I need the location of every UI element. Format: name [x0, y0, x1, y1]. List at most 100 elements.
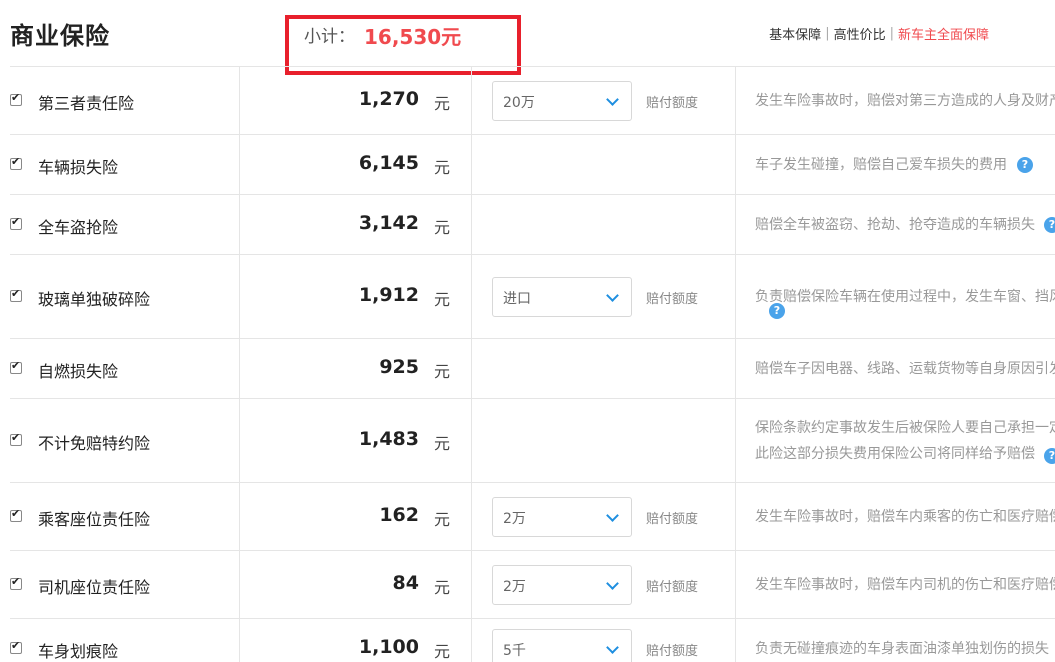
insurance-row: 第三者责任险 1,270 元 20万 赔付额度 发生车险事故时，赔偿对第三方造成的人身及财…	[10, 67, 1055, 135]
coverage-name: 全车盗抢险	[38, 218, 119, 237]
coverage-name: 玻璃单独破碎险	[38, 290, 151, 309]
column-divider	[735, 255, 736, 338]
insurance-row: 车辆损失险 6,145 元 车子发生碰撞，赔偿自己爱车损失的费用?	[10, 135, 1055, 195]
plan-link-new-owner[interactable]: 新车主全面保障	[898, 24, 989, 43]
price-unit: 元	[434, 158, 451, 177]
coverage-checkbox[interactable]	[10, 215, 22, 230]
question-circle-icon[interactable]: ?	[1044, 217, 1055, 233]
coverage-name: 车身划痕险	[38, 642, 119, 661]
chevron-down-icon	[606, 577, 619, 590]
column-divider	[471, 551, 472, 618]
chevron-down-icon	[606, 509, 619, 522]
coverage-checkbox[interactable]	[10, 431, 22, 446]
plan-links: 基本保障 | 高性价比 | 新车主全面保障	[769, 24, 989, 43]
description-line: 此险这部分损失费用保险公司将同样给予赔偿	[755, 446, 1035, 462]
coverage-amount-select[interactable]: 进口	[492, 277, 632, 317]
coverage-amount-select[interactable]: 2万	[492, 497, 632, 537]
select-value: 进口	[503, 291, 531, 307]
column-divider	[239, 399, 240, 482]
column-divider	[239, 135, 240, 194]
coverage-checkbox[interactable]	[10, 575, 22, 590]
column-divider	[239, 551, 240, 618]
amount-label: 赔付额度	[646, 580, 699, 595]
column-divider	[735, 551, 736, 618]
coverage-name: 自燃损失险	[38, 362, 119, 381]
question-circle-icon[interactable]: ?	[1044, 448, 1055, 464]
insurance-row: 不计免赔特约险 1,483 元 保险条款约定事故发生后被保险人要自己承担一定此险这部分…	[10, 399, 1055, 483]
description-line: 负责赔偿保险车辆在使用过程中，发生车窗、挡风	[755, 289, 1055, 305]
price-unit: 元	[434, 642, 451, 661]
coverage-checkbox[interactable]	[10, 287, 22, 302]
question-circle-icon[interactable]: ?	[769, 303, 785, 319]
chevron-down-icon	[606, 641, 619, 654]
coverage-price: 84	[392, 572, 419, 594]
coverage-price: 3,142	[358, 212, 419, 234]
coverage-amount-select[interactable]: 20万	[492, 81, 632, 121]
question-circle-icon[interactable]: ?	[1017, 157, 1033, 173]
column-divider	[735, 619, 736, 662]
coverage-checkbox[interactable]	[10, 507, 22, 522]
subtotal-value: 16,530元	[364, 25, 462, 49]
plan-link-value[interactable]: 高性价比	[834, 24, 886, 43]
coverage-description: 保险条款约定事故发生后被保险人要自己承担一定 此险这部分损失费用保险公司将同样给予…	[755, 415, 1055, 467]
coverage-name: 不计免赔特约险	[38, 434, 151, 453]
coverage-checkbox[interactable]	[10, 359, 22, 374]
plan-link-basic[interactable]: 基本保障	[769, 24, 821, 43]
select-value: 2万	[503, 579, 526, 595]
column-divider	[239, 619, 240, 662]
coverage-description: 发生车险事故时，赔偿对第三方造成的人身及财产	[755, 88, 1055, 114]
coverage-name: 车辆损失险	[38, 158, 119, 177]
select-value: 20万	[503, 95, 535, 111]
insurance-row: 乘客座位责任险 162 元 2万 赔付额度 发生车险事故时，赔偿车内乘客的伤亡和医疗赔偿	[10, 483, 1055, 551]
coverage-amount-select[interactable]: 5千	[492, 629, 632, 662]
column-divider	[735, 339, 736, 398]
coverage-price: 1,912	[358, 284, 419, 306]
price-unit: 元	[434, 94, 451, 113]
column-divider	[735, 399, 736, 482]
price-unit: 元	[434, 578, 451, 597]
description-line: 发生车险事故时，赔偿车内乘客的伤亡和医疗赔偿	[755, 509, 1055, 525]
description-line: 保险条款约定事故发生后被保险人要自己承担一定	[755, 420, 1055, 436]
price-unit: 元	[434, 434, 451, 453]
coverage-name: 乘客座位责任险	[38, 510, 151, 529]
coverage-checkbox[interactable]	[10, 91, 22, 106]
insurance-row: 司机座位责任险 84 元 2万 赔付额度 发生车险事故时，赔偿车内司机的伤亡和医疗赔偿	[10, 551, 1055, 619]
coverage-price: 1,270	[358, 88, 419, 110]
coverage-price: 1,483	[358, 428, 419, 450]
price-unit: 元	[434, 510, 451, 529]
column-divider	[239, 339, 240, 398]
column-divider	[239, 67, 240, 134]
select-value: 2万	[503, 511, 526, 527]
coverage-description: 负责赔偿保险车辆在使用过程中，发生车窗、挡风	[755, 284, 1055, 310]
insurance-row: 全车盗抢险 3,142 元 赔偿全车被盗窃、抢劫、抢夺造成的车辆损失?	[10, 195, 1055, 255]
coverage-checkbox[interactable]	[10, 639, 22, 654]
column-divider	[239, 255, 240, 338]
coverage-price: 1,100	[358, 636, 419, 658]
coverage-amount-select[interactable]: 2万	[492, 565, 632, 605]
coverage-price: 162	[379, 504, 419, 526]
coverage-checkbox[interactable]	[10, 155, 22, 170]
column-divider	[239, 195, 240, 254]
amount-label: 赔付额度	[646, 292, 699, 307]
column-divider	[735, 135, 736, 194]
column-divider	[471, 483, 472, 550]
insurance-row: 自燃损失险 925 元 赔偿车子因电器、线路、运载货物等自身原因引发	[10, 339, 1055, 399]
column-divider	[471, 339, 472, 398]
insurance-row: 车身划痕险 1,100 元 5千 赔付额度 负责无碰撞痕迹的车身表面油漆单独划伤的损失	[10, 619, 1055, 662]
column-divider	[735, 483, 736, 550]
description-line: 赔偿车子因电器、线路、运载货物等自身原因引发	[755, 361, 1055, 377]
page-title: 商业保险	[10, 22, 110, 50]
column-divider	[471, 195, 472, 254]
column-divider	[239, 483, 240, 550]
price-unit: 元	[434, 362, 451, 381]
price-unit: 元	[434, 218, 451, 237]
link-separator: |	[889, 26, 894, 41]
description-line: 赔偿全车被盗窃、抢劫、抢夺造成的车辆损失	[755, 217, 1035, 233]
coverage-description: 赔偿车子因电器、线路、运载货物等自身原因引发	[755, 356, 1055, 382]
chevron-down-icon	[606, 289, 619, 302]
coverage-description: 发生车险事故时，赔偿车内乘客的伤亡和医疗赔偿	[755, 504, 1055, 530]
column-divider	[735, 195, 736, 254]
coverage-description: 发生车险事故时，赔偿车内司机的伤亡和医疗赔偿	[755, 572, 1055, 598]
subtotal-label: 小计：	[304, 27, 355, 47]
column-divider	[471, 619, 472, 662]
